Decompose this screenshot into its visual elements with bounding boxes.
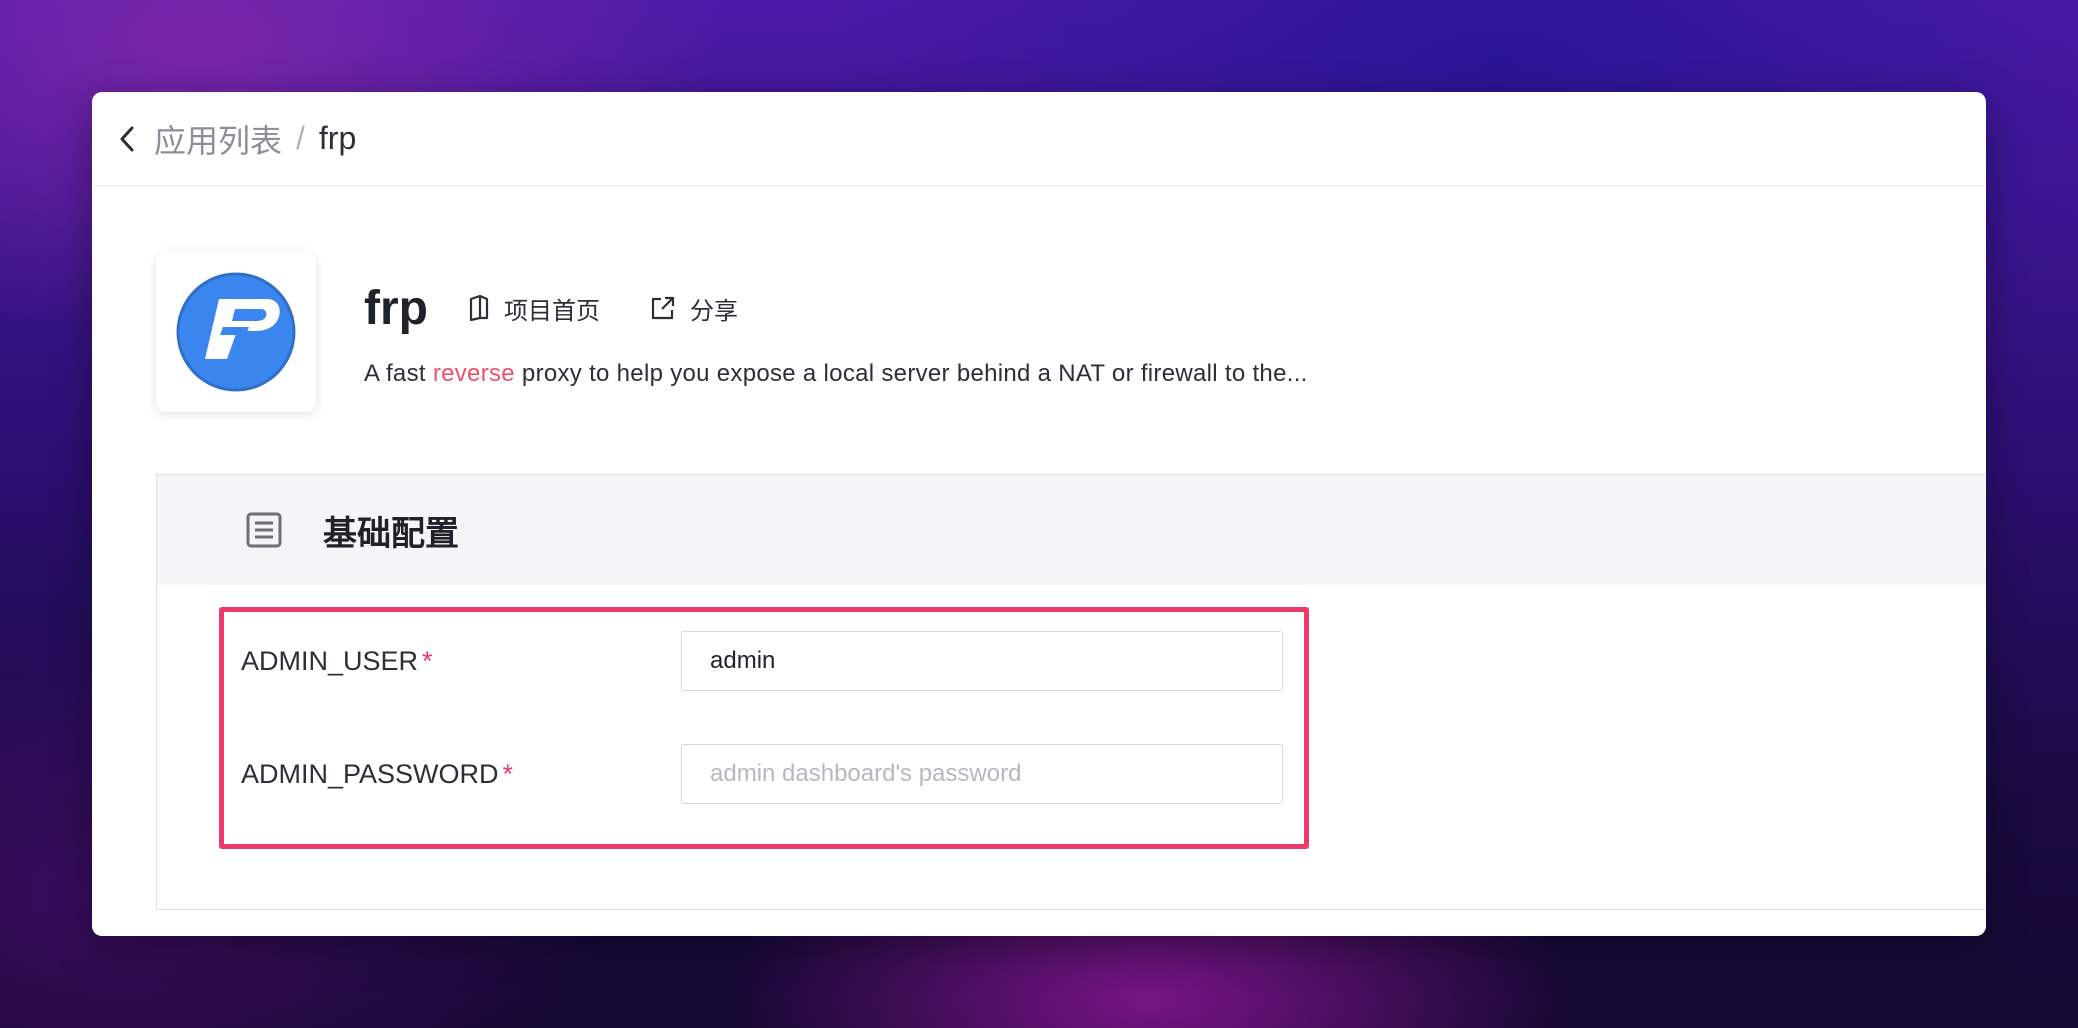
document-icon (246, 512, 282, 548)
admin-password-input[interactable] (681, 744, 1283, 804)
admin-password-label: ADMIN_PASSWORD * (241, 759, 681, 790)
config-section-title: 基础配置 (323, 514, 459, 553)
breadcrumb-current: frp (318, 120, 357, 156)
config-section-header: 基础配置 (157, 475, 1986, 585)
book-icon (469, 295, 489, 321)
breadcrumb-separator: / (296, 120, 305, 156)
app-title-row: frp 项目首页 分享 (364, 278, 1308, 338)
app-logo (156, 252, 316, 412)
form-row-admin-user: ADMIN_USER * (241, 631, 1283, 691)
required-mark: * (502, 758, 514, 789)
app-header: frp 项目首页 分享 A fast reverse proxy to help… (156, 252, 1308, 412)
share-link[interactable]: 分享 (650, 291, 738, 326)
required-mark: * (422, 645, 433, 676)
app-description-before: A fast (364, 360, 433, 387)
homepage-link[interactable]: 项目首页 (468, 291, 600, 326)
app-description: A fast reverse proxy to help you expose … (364, 360, 1308, 388)
admin-user-label: ADMIN_USER * (241, 646, 681, 677)
app-detail-window: 应用列表 / frp frp 项目首页 分享 A fast reverse pr… (92, 92, 1986, 936)
app-description-highlight: reverse (432, 360, 515, 387)
share-label: 分享 (689, 297, 738, 325)
basic-config-panel: 基础配置 ADMIN_USER* ADMIN_PASSWORD* (156, 474, 1986, 910)
app-description-after: proxy to help you expose a local server … (514, 360, 1308, 387)
homepage-label: 项目首页 (503, 297, 600, 325)
app-info: frp 项目首页 分享 A fast reverse proxy to help… (364, 252, 1308, 412)
app-name: frp (364, 281, 428, 335)
external-link-icon (651, 296, 675, 320)
frp-logo (176, 272, 296, 392)
breadcrumb: 应用列表 / frp (92, 92, 1986, 186)
admin-password-label-text: ADMIN_PASSWORD (241, 758, 499, 789)
admin-user-input[interactable] (681, 631, 1283, 691)
chevron-left-icon[interactable] (116, 124, 138, 154)
breadcrumb-parent-link[interactable]: 应用列表 (154, 116, 282, 162)
form-row-admin-password: ADMIN_PASSWORD * (241, 744, 1283, 804)
admin-user-label-text: ADMIN_USER (241, 645, 419, 676)
